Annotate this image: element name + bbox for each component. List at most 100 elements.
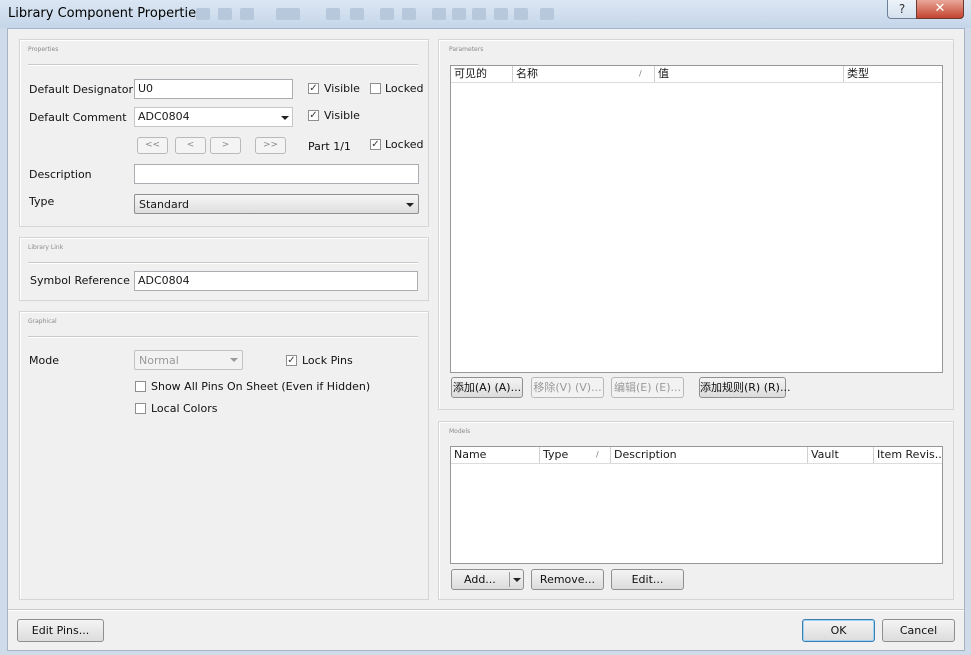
models-panel: Models Name Type / Description Vault Ite… [438, 421, 954, 600]
default-comment-label: Default Comment [29, 111, 127, 124]
sort-icon: / [639, 69, 642, 78]
default-designator-label: Default Designator [29, 83, 133, 96]
part-locked-checkbox[interactable]: ✓ [370, 139, 381, 150]
mode-select[interactable]: Normal [134, 350, 243, 370]
help-icon: ? [898, 2, 906, 16]
column-header-item-revision[interactable]: Item Revis... [874, 447, 942, 463]
toolbar-ghost-icon [196, 8, 210, 20]
next-part-button[interactable]: > [210, 137, 241, 154]
column-header-value[interactable]: 值 [655, 66, 844, 82]
local-colors-checkbox[interactable] [135, 403, 146, 414]
designator-locked-checkbox[interactable] [370, 83, 381, 94]
description-label: Description [29, 168, 92, 181]
parameters-grid[interactable]: 可见的 名称 / 值 类型 [450, 65, 943, 373]
models-title: Models [449, 428, 471, 435]
last-part-button[interactable]: >> [255, 137, 286, 154]
toolbar-ghost-icon [452, 8, 466, 20]
remove-model-button[interactable]: Remove... [531, 569, 604, 590]
default-comment-value: ADC0804 [138, 110, 190, 123]
designator-visible-label: Visible [324, 82, 360, 95]
properties-title: Properties [28, 46, 59, 53]
edit-model-button[interactable]: Edit... [611, 569, 684, 590]
add-parameter-button[interactable]: 添加(A) (A)... [451, 377, 523, 398]
edit-parameter-button[interactable]: 编辑(E) (E)... [611, 377, 684, 398]
toolbar-ghost-icon [540, 8, 554, 20]
sort-icon: / [596, 450, 599, 459]
help-button[interactable]: ? [887, 0, 917, 19]
column-header-visible[interactable]: 可见的 [451, 66, 513, 82]
toolbar-ghost-icon [276, 8, 300, 20]
column-header-type[interactable]: 类型 [844, 66, 942, 82]
chevron-down-icon[interactable] [513, 578, 521, 582]
chevron-down-icon [281, 116, 289, 120]
divider [28, 262, 418, 264]
toolbar-ghost-icon [240, 8, 254, 20]
type-select[interactable]: Standard [134, 194, 419, 214]
part-indicator: Part 1/1 [308, 140, 351, 153]
split-divider [509, 572, 510, 587]
column-header-description[interactable]: Description [611, 447, 808, 463]
parameters-panel: Parameters 可见的 名称 / 值 类型 添加(A) (A)... 移除… [438, 39, 954, 410]
description-input[interactable] [134, 164, 419, 184]
column-header-type-label: Type [543, 448, 569, 461]
toolbar-ghost-icon [380, 8, 394, 20]
mode-value: Normal [139, 354, 179, 367]
properties-panel: Properties Default Designator U0 ✓ Visib… [19, 39, 429, 227]
column-header-vault[interactable]: Vault [808, 447, 874, 463]
toolbar-ghost-icon [402, 8, 416, 20]
local-colors-label: Local Colors [151, 402, 218, 415]
models-grid-header: Name Type / Description Vault Item Revis… [451, 447, 942, 464]
symbol-reference-label: Symbol Reference [30, 274, 130, 287]
default-comment-combo[interactable]: ADC0804 [134, 107, 293, 127]
parameters-grid-header: 可见的 名称 / 值 类型 [451, 66, 942, 83]
title-bar[interactable]: Library Component Properties ? ✕ [0, 0, 971, 28]
lock-pins-checkbox[interactable]: ✓ [286, 355, 297, 366]
column-header-name[interactable]: Name [451, 447, 540, 463]
column-header-name-label: 名称 [516, 67, 538, 80]
previous-part-button[interactable]: < [175, 137, 206, 154]
cancel-button[interactable]: Cancel [882, 619, 955, 642]
toolbar-ghost-icon [514, 8, 528, 20]
add-model-label: Add... [464, 573, 496, 586]
toolbar-ghost-icon [218, 8, 232, 20]
add-rule-button[interactable]: 添加规则(R) (R)... [699, 377, 790, 398]
mode-label: Mode [29, 354, 59, 367]
close-icon: ✕ [934, 1, 946, 16]
comment-visible-label: Visible [324, 109, 360, 122]
close-button[interactable]: ✕ [916, 0, 964, 19]
dialog-client: Properties Default Designator U0 ✓ Visib… [7, 28, 965, 651]
ok-button[interactable]: OK [802, 619, 875, 642]
library-link-panel: Library Link Symbol Reference ADC0804 [19, 237, 429, 301]
comment-visible-checkbox[interactable]: ✓ [308, 110, 319, 121]
graphical-title: Graphical [28, 318, 57, 325]
divider [28, 64, 418, 66]
column-header-name[interactable]: 名称 / [513, 66, 655, 82]
column-header-type[interactable]: Type / [540, 447, 611, 463]
models-grid[interactable]: Name Type / Description Vault Item Revis… [450, 446, 943, 564]
toolbar-ghost-icon [472, 8, 486, 20]
chevron-down-icon [406, 203, 414, 207]
window-title: Library Component Properties [8, 6, 203, 21]
toolbar-ghost-icon [494, 8, 508, 20]
library-link-title: Library Link [28, 244, 64, 251]
show-all-pins-label: Show All Pins On Sheet (Even if Hidden) [151, 380, 371, 393]
part-locked-label: Locked [385, 138, 424, 151]
toolbar-ghost-icon [432, 8, 446, 20]
default-designator-input[interactable]: U0 [134, 79, 293, 99]
footer-divider [8, 609, 964, 611]
symbol-reference-input[interactable]: ADC0804 [134, 271, 418, 291]
remove-parameter-button[interactable]: 移除(V) (V)... [531, 377, 604, 398]
designator-locked-label: Locked [385, 82, 424, 95]
designator-visible-checkbox[interactable]: ✓ [308, 83, 319, 94]
add-model-button[interactable]: Add... [451, 569, 524, 590]
lock-pins-label: Lock Pins [302, 354, 353, 367]
chevron-down-icon [230, 358, 238, 362]
show-all-pins-checkbox[interactable] [135, 381, 146, 392]
type-value: Standard [139, 198, 190, 211]
toolbar-ghost-icon [350, 8, 364, 20]
edit-pins-button[interactable]: Edit Pins... [17, 619, 104, 642]
type-label: Type [29, 195, 55, 208]
parameters-title: Parameters [449, 46, 484, 53]
divider [28, 336, 418, 338]
first-part-button[interactable]: << [137, 137, 168, 154]
